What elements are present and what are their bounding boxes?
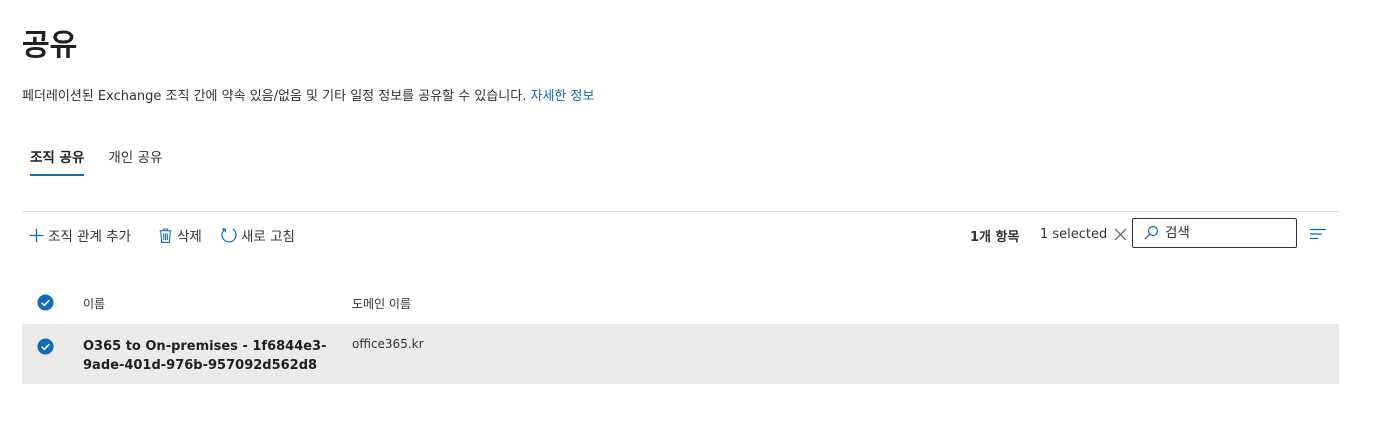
filter-button[interactable] xyxy=(1309,226,1327,246)
page-description: 페더레이션된 Exchange 조직 간에 약속 있음/없음 및 기타 일정 정… xyxy=(22,85,594,104)
plus-icon xyxy=(29,228,44,242)
learn-more-link[interactable]: 자세한 정보 xyxy=(530,89,594,104)
toolbar-divider xyxy=(22,211,1339,212)
refresh-label: 새로 고침 xyxy=(241,229,295,245)
delete-button[interactable]: 삭제 xyxy=(157,224,202,246)
selection-status: 1 selected xyxy=(1040,227,1127,242)
add-relationship-label: 조직 관계 추가 xyxy=(48,229,132,245)
tab-organization-sharing[interactable]: 조직 공유 xyxy=(30,146,85,176)
add-relationship-button[interactable]: 조직 관계 추가 xyxy=(28,224,131,246)
search-box[interactable] xyxy=(1132,218,1297,248)
row-name: O365 to On-premises - 1f6844e3-9ade-401d… xyxy=(83,339,327,373)
row-domain: office365.kr xyxy=(352,337,424,351)
delete-label: 삭제 xyxy=(177,229,202,245)
column-header-domain[interactable]: 도메인 이름 xyxy=(352,295,411,312)
select-all-checkbox[interactable] xyxy=(37,294,54,311)
table-row[interactable]: O365 to On-premises - 1f6844e3-9ade-401d… xyxy=(22,324,1339,384)
description-text: 페더레이션된 Exchange 조직 간에 약속 있음/없음 및 기타 일정 정… xyxy=(22,89,527,104)
search-icon xyxy=(1144,225,1159,240)
trash-icon xyxy=(159,228,172,243)
tab-list: 조직 공유 개인 공유 xyxy=(30,146,186,176)
selected-count-text: 1 selected xyxy=(1040,227,1108,242)
column-header-name[interactable]: 이름 xyxy=(83,295,105,312)
refresh-button[interactable]: 새로 고침 xyxy=(220,224,295,246)
close-icon xyxy=(1114,228,1127,241)
clear-selection-button[interactable] xyxy=(1114,228,1127,241)
item-count: 1개 항목 xyxy=(970,230,1020,245)
table-header: 이름 도메인 이름 xyxy=(22,288,1339,318)
page-title: 공유 xyxy=(22,28,78,63)
search-input[interactable] xyxy=(1165,225,1285,241)
tab-individual-sharing[interactable]: 개인 공유 xyxy=(108,146,162,176)
refresh-icon xyxy=(221,228,237,243)
filter-icon xyxy=(1310,228,1326,240)
row-checkbox[interactable] xyxy=(37,338,54,355)
